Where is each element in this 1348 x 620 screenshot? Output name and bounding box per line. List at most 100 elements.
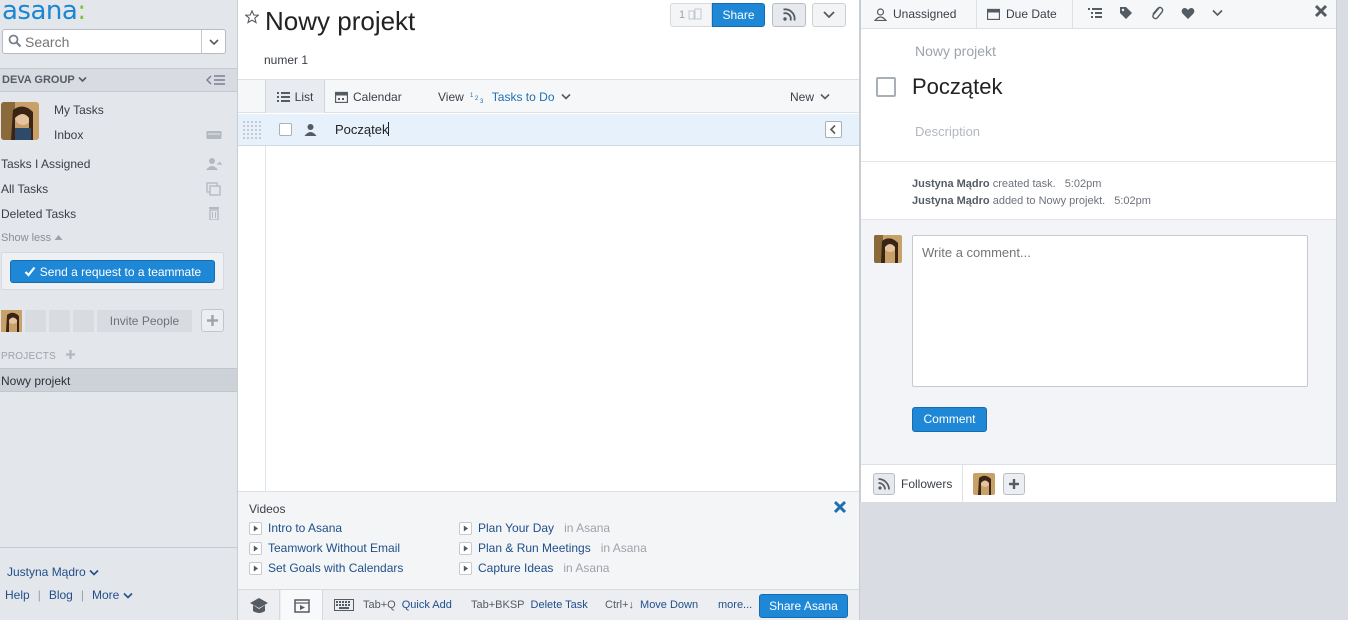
project-description[interactable]: numer 1 [264,53,308,67]
drag-handle-icon[interactable] [242,120,262,140]
members-icon [688,8,702,20]
nav-tasks-assigned[interactable]: Tasks I Assigned [1,157,90,171]
video-link[interactable]: Intro to Asana [249,521,342,535]
avatar [874,235,902,263]
new-menu-label: New [790,89,815,104]
shortcut-hint: Ctrl+↓ Move Down [605,599,699,611]
task-description-field[interactable]: Description [915,124,980,139]
close-icon[interactable] [833,500,847,514]
search-box[interactable] [2,29,226,54]
heart-icon[interactable] [1181,7,1195,20]
video-link[interactable]: Set Goals with Calendars [249,561,403,575]
more-link[interactable]: More [92,588,133,602]
subtasks-icon[interactable] [1088,7,1102,20]
task-detail-pane: Unassigned Due Date Nowy projekt Począte… [860,0,1337,503]
follow-project-button[interactable] [772,3,806,27]
asana-logo[interactable]: asana: [2,0,86,26]
trash-icon [209,207,219,220]
workspace-switcher[interactable]: DEVA GROUP [2,74,87,86]
empty-member-slot[interactable] [25,310,47,332]
nav-my-tasks[interactable]: My Tasks [54,103,104,117]
view-filter-value: Tasks to Do [491,89,555,104]
project-toolbar: List Calendar View 123 Tasks to Do New [238,79,859,113]
blog-link[interactable]: Blog [49,588,73,602]
empty-member-slot[interactable] [73,310,95,332]
play-icon [249,521,262,535]
close-icon[interactable] [1314,4,1328,18]
user-arrow-icon [206,158,222,170]
comment-button[interactable]: Comment [912,407,987,432]
svg-text:3: 3 [480,99,484,103]
activity-item: Justyna Mądro created task. 5:02pm [912,178,1102,190]
assignee-icon[interactable] [304,123,317,136]
task-complete-checkbox[interactable] [876,77,896,97]
followers-bar: Followers [861,464,1336,503]
nav-inbox[interactable]: Inbox [54,128,83,142]
chevron-down-icon [560,93,571,100]
avatar[interactable] [1,310,23,332]
video-link[interactable]: Teamwork Without Email [249,541,400,555]
check-icon [24,266,36,277]
more-shortcuts-link[interactable]: more... [718,599,752,611]
comment-input[interactable] [912,235,1308,387]
tab-list-label: List [294,89,314,104]
task-row[interactable]: Początek [238,114,859,146]
chevron-down-icon[interactable] [1212,9,1223,17]
due-date-button[interactable]: Due Date [987,0,1057,28]
empty-member-slot[interactable] [49,310,71,332]
task-name-input[interactable]: Początek [335,122,389,137]
tab-tips[interactable] [238,590,280,620]
page-title[interactable]: Nowy projekt [265,6,415,37]
show-less-toggle[interactable]: Show less [1,232,63,244]
new-menu[interactable]: New [790,80,830,113]
svg-text:2: 2 [475,96,479,102]
task-project-link[interactable]: Nowy projekt [915,43,996,59]
chevron-down-icon [123,592,133,599]
tab-list[interactable]: List [265,80,325,113]
collapse-sidebar-icon[interactable] [206,74,226,86]
nav-all-tasks[interactable]: All Tasks [1,182,48,196]
tab-calendar[interactable]: Calendar [331,80,406,113]
star-icon[interactable] [245,10,259,24]
all-tasks-icon [206,182,221,196]
svg-text:1: 1 [470,93,474,99]
chevron-down-icon [820,93,830,100]
assignee-button[interactable]: Unassigned [874,0,956,28]
followers-button[interactable]: Followers [873,473,952,495]
video-link[interactable]: Capture Ideas in Asana [459,561,609,575]
chevron-down-icon [78,76,87,83]
user-menu[interactable]: Justyna Mądro [7,565,99,579]
project-actions-button[interactable] [812,3,846,27]
search-input[interactable] [25,33,195,50]
add-follower-button[interactable] [1003,473,1025,495]
help-link[interactable]: Help [5,588,30,602]
nav-deleted-tasks[interactable]: Deleted Tasks [1,207,76,221]
avatar[interactable] [973,473,995,495]
keyboard-icon[interactable] [334,599,354,611]
add-member-button[interactable] [201,309,224,332]
view-label: View [438,89,464,104]
avatar[interactable] [1,102,39,140]
video-link[interactable]: Plan & Run Meetings in Asana [459,541,647,555]
chevron-up-icon [54,235,63,240]
invite-people-button[interactable]: Invite People [97,310,192,332]
activity-item: Justyna Mądro added to Nowy projekt. 5:02… [912,195,1151,207]
send-request-button[interactable]: Send a request to a teammate [10,260,215,283]
tab-videos[interactable] [281,590,323,620]
share-asana-button[interactable]: Share Asana [759,594,848,618]
video-link[interactable]: Plan Your Day in Asana [459,521,610,535]
members-count[interactable]: 1 [670,3,712,27]
plus-icon[interactable] [65,349,76,360]
task-title[interactable]: Początek [912,74,1003,100]
attachment-icon[interactable] [1150,5,1164,21]
task-checkbox[interactable] [279,123,292,136]
activity-feed: Justyna Mądro created task. 5:02pm Justyn… [861,162,1336,220]
share-button[interactable]: Share [712,3,765,27]
chevron-down-icon[interactable] [208,37,220,47]
user-icon [874,7,887,21]
tag-icon[interactable] [1119,6,1133,20]
view-filter[interactable]: View 123 Tasks to Do [438,80,571,113]
project-item[interactable]: Nowy projekt [0,368,237,392]
task-details-toggle[interactable] [825,121,842,138]
video-icon [294,599,310,613]
